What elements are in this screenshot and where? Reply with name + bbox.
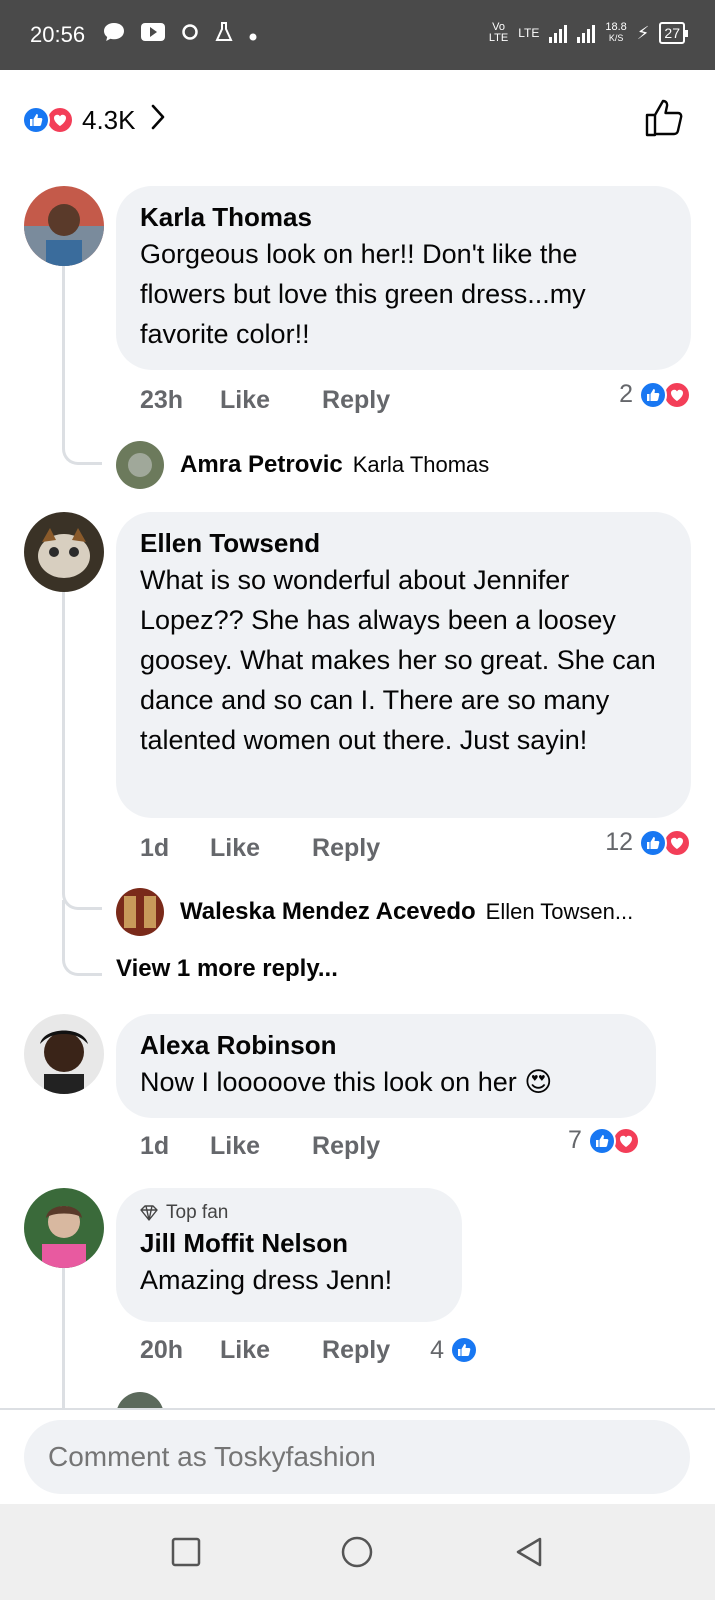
like-reaction-icon: [639, 828, 667, 857]
comment-time[interactable]: 23h: [140, 386, 224, 415]
comment-reactions[interactable]: 12: [605, 828, 691, 857]
view-more-replies-link[interactable]: View 1 more reply...: [116, 955, 338, 983]
comment-author[interactable]: Jill Moffit Nelson: [140, 1226, 438, 1260]
avatar-waleska-mendez-acevedo: [116, 888, 164, 936]
sync-icon: [181, 23, 199, 47]
youtube-icon: [141, 23, 166, 47]
chat-bubble-icon: [103, 22, 125, 48]
reply-preview[interactable]: Amra Petrovic Karla Thomas: [116, 441, 489, 489]
love-reaction-icon: [663, 380, 691, 409]
data-speed-unit: K/S: [608, 33, 624, 43]
comment-actions: 23h Like Reply: [140, 380, 442, 420]
comment-text: What is so wonderful about Jennifer Lope…: [140, 565, 656, 755]
back-button[interactable]: [509, 1532, 549, 1572]
comment-bubble[interactable]: Karla Thomas Gorgeous look on her!! Don'…: [116, 186, 691, 370]
comment-time[interactable]: 1d: [140, 834, 210, 863]
comment-text: Gorgeous look on her!! Don't like the fl…: [140, 239, 586, 349]
avatar-karla-thomas[interactable]: [24, 186, 104, 266]
love-reaction-icon: [46, 106, 74, 134]
reply-button[interactable]: Reply: [322, 1336, 390, 1365]
top-fan-label: Top fan: [166, 1202, 229, 1223]
comment-actions: 1d Like Reply: [140, 828, 432, 868]
thumbs-up-outline-icon[interactable]: [642, 96, 686, 140]
data-speed: 18.8 K/S: [605, 22, 626, 44]
status-time: 20:56: [30, 22, 86, 47]
charging-bolt-icon: ⚡: [636, 22, 650, 43]
comment-bubble[interactable]: Ellen Towsend What is so wonderful about…: [116, 512, 691, 818]
like-button[interactable]: Like: [220, 1336, 270, 1365]
thread-line-4: [62, 1250, 65, 1410]
like-reaction-icon: [639, 380, 667, 409]
heart-eyes-emoji: 😍: [524, 1067, 553, 1097]
flask-icon: [215, 22, 233, 48]
reaction-count: 2: [619, 380, 633, 408]
reply-button[interactable]: Reply: [322, 386, 390, 415]
avatar-amra-petrovic: [116, 441, 164, 489]
volte-icon: Vo LTE: [488, 21, 509, 44]
reply-button[interactable]: Reply: [312, 1132, 380, 1161]
love-reaction-icon: [663, 828, 691, 857]
comment-time[interactable]: 20h: [140, 1336, 224, 1365]
thread-line-1: [62, 266, 65, 436]
like-reaction-icon: [587, 1126, 616, 1155]
composer-divider: [0, 1408, 715, 1410]
diamond-icon: [140, 1205, 158, 1221]
chevron-right-icon[interactable]: [150, 103, 166, 137]
status-bar: 20:56 Vo LTE LTE 18.8 K/S ⚡ 27: [0, 0, 715, 70]
network-type-label: LTE: [518, 26, 540, 40]
top-fan-badge: Top fan: [140, 1200, 438, 1226]
thread-curve-2b: [62, 900, 102, 976]
comment-reactions[interactable]: 2: [619, 380, 691, 409]
comment-text: Now I looooove this look on her 😍: [140, 1062, 632, 1102]
thread-curve-1: [62, 420, 102, 465]
avatar-alexa-robinson[interactable]: [24, 1014, 104, 1094]
comment-actions: 1d Like Reply: [140, 1126, 432, 1166]
like-button[interactable]: Like: [220, 386, 270, 415]
notification-dot-icon: [249, 24, 257, 47]
reactions-header[interactable]: 4.3K: [22, 99, 692, 140]
like-reaction-icon: [22, 106, 50, 134]
reply-button[interactable]: Reply: [312, 834, 380, 863]
home-button[interactable]: [337, 1532, 377, 1572]
comment-reactions[interactable]: 7: [568, 1126, 640, 1155]
comment-text: Amazing dress Jenn!: [140, 1265, 393, 1295]
signal-1-icon: [549, 23, 568, 43]
love-reaction-icon: [611, 1126, 640, 1155]
comment-author[interactable]: Karla Thomas: [140, 200, 667, 234]
comment-actions: 20h Like Reply 4: [140, 1330, 479, 1370]
comment-text-content: Now I looooove this look on her: [140, 1067, 517, 1097]
avatar-jill-moffit-nelson[interactable]: [24, 1188, 104, 1268]
like-button[interactable]: Like: [210, 1132, 260, 1161]
comment-bubble[interactable]: Alexa Robinson Now I looooove this look …: [116, 1014, 656, 1118]
reply-preview[interactable]: Waleska Mendez Acevedo Ellen Towsen...: [116, 888, 633, 936]
comment-author[interactable]: Alexa Robinson: [140, 1028, 632, 1062]
comment-author[interactable]: Ellen Towsend: [140, 526, 667, 560]
like-reaction-icon: [450, 1336, 479, 1364]
comment-input[interactable]: [24, 1420, 690, 1494]
battery-level: 27: [664, 25, 680, 41]
data-speed-value: 18.8: [605, 21, 627, 33]
signal-2-icon: [577, 23, 596, 43]
status-right-group: Vo LTE LTE 18.8 K/S ⚡ 27: [488, 21, 688, 44]
reaction-count: 4: [430, 1335, 445, 1364]
reply-author: Waleska Mendez Acevedo: [180, 898, 476, 925]
reply-text: Karla Thomas: [352, 452, 490, 477]
comment-time[interactable]: 1d: [140, 1132, 210, 1161]
reply-text: Ellen Towsen...: [485, 899, 634, 924]
avatar-ellen-towsend[interactable]: [24, 512, 104, 592]
reply-author: Amra Petrovic: [180, 451, 343, 478]
like-button[interactable]: Like: [210, 834, 260, 863]
system-nav-bar: [0, 1504, 715, 1600]
reaction-count: 12: [605, 828, 633, 856]
reaction-count: 7: [568, 1126, 582, 1154]
battery-icon: 27: [659, 22, 688, 44]
comment-bubble[interactable]: Top fan Jill Moffit Nelson Amazing dress…: [116, 1188, 462, 1322]
thread-line-2: [62, 590, 65, 890]
recents-button[interactable]: [166, 1532, 206, 1572]
reaction-total: 4.3K: [82, 104, 136, 135]
comment-reactions[interactable]: 4: [430, 1335, 479, 1365]
